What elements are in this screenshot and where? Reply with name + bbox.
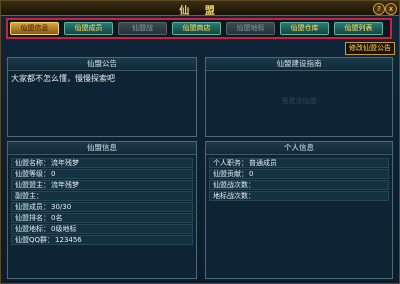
personal-landmarkwar-label: 地标战次数：: [213, 192, 255, 200]
guild-level-value: 0: [51, 170, 56, 178]
guild-landmark-row: 仙盟地标：0级地标: [11, 224, 193, 234]
guild-qq-value: 123456: [55, 236, 82, 244]
edit-notice-button[interactable]: 修改仙盟公告: [345, 42, 395, 55]
guild-leader-value: 流年残梦: [51, 181, 79, 189]
guild-deputy-row: 副盟主：: [11, 191, 193, 201]
guild-landmark-label: 仙盟地标：: [15, 225, 50, 233]
guild-info-panel: 仙盟信息 仙盟名称：流年残梦 仙盟等级：0 仙盟盟主：流年残梦 副盟主： 仙盟成…: [7, 141, 197, 279]
guild-members-row: 仙盟成员：30/30: [11, 202, 193, 212]
guild-window: 仙 盟 ? x 仙盟信息 仙盟成员 仙盟战 仙盟商店 仙盟地标 仙盟仓库 仙盟列…: [0, 0, 400, 284]
guide-panel: 仙盟建设指南 需建设仙盟: [205, 57, 393, 137]
guild-leader-label: 仙盟盟主：: [15, 181, 50, 189]
tab-guild-info[interactable]: 仙盟信息: [10, 22, 59, 35]
guild-level-label: 仙盟等级：: [15, 170, 50, 178]
guide-title: 仙盟建设指南: [206, 58, 392, 71]
personal-role-label: 个人职务：: [213, 159, 248, 167]
tab-guild-warehouse[interactable]: 仙盟仓库: [280, 22, 329, 35]
guild-name-value: 流年残梦: [51, 159, 79, 167]
guild-rank-label: 仙盟排名：: [15, 214, 50, 222]
tab-guild-shop[interactable]: 仙盟商店: [172, 22, 221, 35]
guild-info-title: 仙盟信息: [8, 142, 196, 155]
guild-rank-value: 0名: [51, 214, 63, 222]
close-button[interactable]: x: [385, 3, 397, 15]
tab-bar: 仙盟信息 仙盟成员 仙盟战 仙盟商店 仙盟地标 仙盟仓库 仙盟列表: [6, 18, 392, 39]
personal-role-row: 个人职务：普通成员: [209, 158, 389, 168]
personal-info-panel: 个人信息 个人职务：普通成员 仙盟贡献：0 仙盟战次数： 地标战次数：: [205, 141, 393, 279]
notice-text: 大家都不怎么懂，慢慢探索吧: [11, 74, 115, 83]
guild-leader-row: 仙盟盟主：流年残梦: [11, 180, 193, 190]
tab-guild-landmark[interactable]: 仙盟地标: [226, 22, 275, 35]
notice-title: 仙盟公告: [8, 58, 196, 71]
personal-info-title: 个人信息: [206, 142, 392, 155]
guild-name-row: 仙盟名称：流年残梦: [11, 158, 193, 168]
guild-deputy-label: 副盟主：: [15, 192, 43, 200]
guild-qq-row: 仙盟QQ群：123456: [11, 235, 193, 245]
guild-level-row: 仙盟等级：0: [11, 169, 193, 179]
notice-panel: 仙盟公告 大家都不怎么懂，慢慢探索吧: [7, 57, 197, 137]
personal-guildwar-label: 仙盟战次数：: [213, 181, 255, 189]
guild-rank-row: 仙盟排名：0名: [11, 213, 193, 223]
tab-guild-list[interactable]: 仙盟列表: [334, 22, 383, 35]
tab-guild-war[interactable]: 仙盟战: [118, 22, 167, 35]
guild-name-label: 仙盟名称：: [15, 159, 50, 167]
personal-guildwar-row: 仙盟战次数：: [209, 180, 389, 190]
guild-members-label: 仙盟成员：: [15, 203, 50, 211]
help-button[interactable]: ?: [373, 3, 385, 15]
guild-landmark-value: 0级地标: [51, 225, 77, 233]
personal-role-value: 普通成员: [249, 159, 277, 167]
window-title: 仙 盟: [179, 6, 221, 17]
personal-landmarkwar-row: 地标战次数：: [209, 191, 389, 201]
personal-contribution-label: 仙盟贡献：: [213, 170, 248, 178]
guide-watermark: 需建设仙盟: [281, 97, 317, 105]
personal-contribution-value: 0: [249, 170, 254, 178]
guild-members-value: 30/30: [51, 203, 72, 211]
guild-qq-label: 仙盟QQ群：: [15, 236, 55, 244]
personal-contribution-row: 仙盟贡献：0: [209, 169, 389, 179]
title-bar: 仙 盟 ? x: [1, 1, 399, 17]
tab-guild-members[interactable]: 仙盟成员: [64, 22, 113, 35]
